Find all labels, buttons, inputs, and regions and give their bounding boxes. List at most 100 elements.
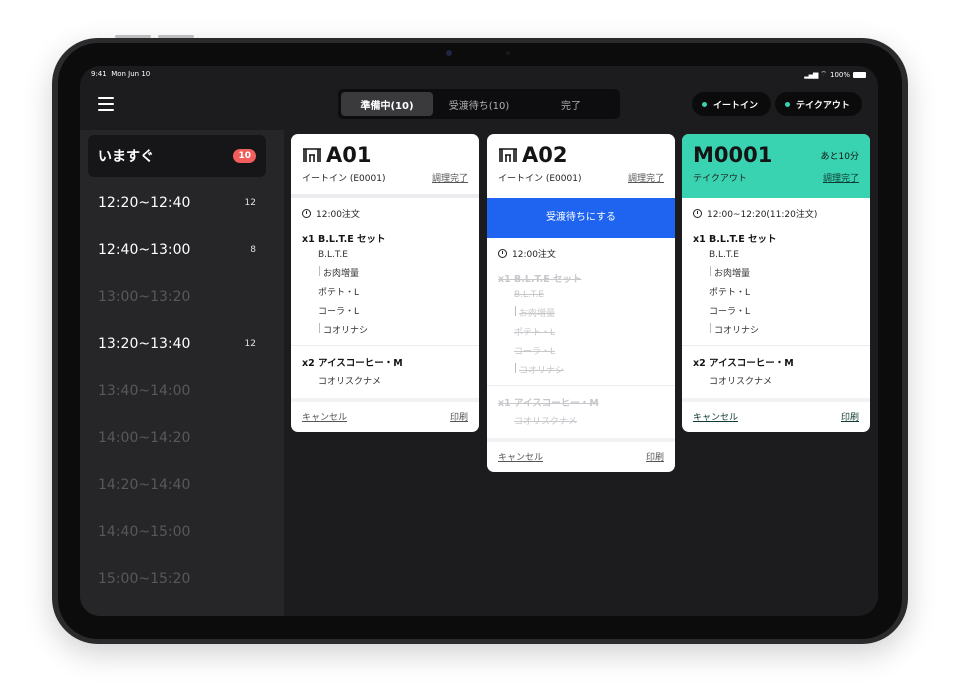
status-tabs: 準備中(10) 受渡待ち(10) 完了 [338,89,620,119]
battery-icon [853,71,866,78]
volume-button [115,35,151,38]
wifi-icon: ⌔ [820,70,827,78]
order-option: コオリナシ [682,320,870,339]
remaining-time: あと10分 [820,152,859,162]
slot-label: 12:40~13:00 [98,242,191,258]
print-link[interactable]: 印刷 [646,450,664,463]
slot-item[interactable]: 13:00~13:20 [88,276,266,318]
order-item: x2 アイスコーヒー・M [302,358,403,369]
signal-icon: ▂▄▆ [804,70,818,79]
sensor [506,51,510,55]
order-subitem: コオリスクナメ [709,377,773,387]
order-subitem: B.L.T.E [709,250,739,260]
status-date: Mon Jun 10 [111,70,151,78]
order-card-m0001[interactable]: M0001 あと10分 テイクアウト 調理完了 12:00~12:20(11:2… [682,134,870,432]
slot-now[interactable]: いますぐ 10 [88,135,266,177]
clock-icon [498,249,507,258]
divider [291,345,479,346]
mark-awaiting-handoff-button[interactable]: 受渡待ちにする [487,198,675,238]
app-screen: 9:41 Mon Jun 10 ▂▄▆ ⌔ 100% 準備中(10) 受渡待ち(… [80,66,878,616]
card-header: A01 イートイン (E0001) 調理完了 [291,134,479,198]
tab-awaiting-handoff[interactable]: 受渡待ち(10) [433,92,525,116]
order-subitem: ポテト・L [318,288,360,298]
filter-takeout-button[interactable]: テイクアウト [775,92,862,116]
order-item: x2 アイスコーヒー・M [693,358,794,369]
table-icon [303,148,321,162]
cooking-done-link[interactable]: 調理完了 [432,171,468,184]
slot-label: 15:00~15:20 [98,571,191,587]
slot-item[interactable]: 15:00~15:20 [88,558,266,600]
slot-count: 12 [244,339,256,349]
filter-eatin-label: イートイン [713,100,759,111]
slot-item[interactable]: 13:40~14:00 [88,370,266,412]
card-header: M0001 あと10分 テイクアウト 調理完了 [682,134,870,198]
slot-label: 13:00~13:20 [98,289,191,305]
cooking-done-link[interactable]: 調理完了 [628,171,664,184]
order-item: x1 アイスコーヒー・M [498,398,599,409]
order-id: A02 [522,143,568,167]
order-subitem: コーラ・L [709,307,751,317]
print-link[interactable]: 印刷 [450,410,468,423]
cooking-done-link[interactable]: 調理完了 [823,171,859,184]
order-option: お肉増量 [291,263,479,282]
order-subitem: コーラ・L [514,347,556,357]
tab-preparing[interactable]: 準備中(10) [341,92,433,116]
slot-item[interactable]: 14:40~15:00 [88,511,266,553]
clock-icon [693,209,702,218]
order-type: テイクアウト [693,174,747,184]
order-subitem: ポテト・L [514,328,556,338]
divider [487,385,675,386]
order-subitem: ポテト・L [709,288,751,298]
menu-icon[interactable] [98,97,114,111]
order-subitem: コオリスクナメ [514,417,578,427]
tab-completed[interactable]: 完了 [525,92,617,116]
slot-count: 12 [244,198,256,208]
slot-label: 14:20~14:40 [98,477,191,493]
status-dot-icon [785,101,790,107]
time-slot-sidebar: いますぐ 10 12:20~12:40 12 12:40~13:00 8 13:… [80,130,284,616]
slot-label: 14:00~14:20 [98,430,191,446]
volume-button [158,35,194,38]
order-option: コオリナシ [291,320,479,339]
order-option: お肉増量 [682,263,870,282]
cancel-link[interactable]: キャンセル [302,410,347,423]
slot-item[interactable]: 12:40~13:00 8 [88,229,266,271]
order-item: x1 B.L.T.E セット [498,274,582,285]
battery-label: 100% [829,70,850,79]
order-card-a02[interactable]: A02 イートイン (E0001) 調理完了 受渡待ちにする 12:00注文 x… [487,134,675,472]
order-time: 12:00注文 [512,250,556,260]
order-subitem: B.L.T.E [514,290,544,300]
order-subitem: コーラ・L [318,307,360,317]
order-time: 12:00注文 [316,210,360,220]
order-item: x1 B.L.T.E セット [693,234,777,245]
status-time: 9:41 [91,70,107,78]
slot-label: 14:40~15:00 [98,524,191,540]
order-type: イートイン (E0001) [302,174,386,184]
table-icon [499,148,517,162]
slot-label: 13:40~14:00 [98,383,191,399]
order-id: A01 [326,143,372,167]
order-option: お肉増量 [487,303,675,322]
slot-item[interactable]: 13:20~13:40 12 [88,323,266,365]
order-option: コオリナシ [487,360,675,379]
slot-item[interactable]: 14:20~14:40 [88,464,266,506]
divider [682,345,870,346]
slot-label: 12:20~12:40 [98,195,191,211]
print-link[interactable]: 印刷 [841,410,859,423]
slot-count: 8 [250,245,256,255]
order-subitem: B.L.T.E [318,250,348,260]
slot-count-badge: 10 [233,149,256,163]
status-bar: 9:41 Mon Jun 10 ▂▄▆ ⌔ 100% [80,66,878,82]
cancel-link[interactable]: キャンセル [498,450,543,463]
clock-icon [302,209,311,218]
card-header: A02 イートイン (E0001) 調理完了 [487,134,675,198]
slot-item[interactable]: 14:00~14:20 [88,417,266,459]
filter-eatin-button[interactable]: イートイン [692,92,771,116]
camera [446,50,452,56]
slot-label: 13:20~13:40 [98,336,191,352]
order-card-a01[interactable]: A01 イートイン (E0001) 調理完了 12:00注文 x1 B.L.T.… [291,134,479,432]
order-type: イートイン (E0001) [498,174,582,184]
cancel-link[interactable]: キャンセル [693,410,738,423]
slot-item[interactable]: 12:20~12:40 12 [88,182,266,224]
order-time: 12:00~12:20(11:20注文) [707,210,818,220]
